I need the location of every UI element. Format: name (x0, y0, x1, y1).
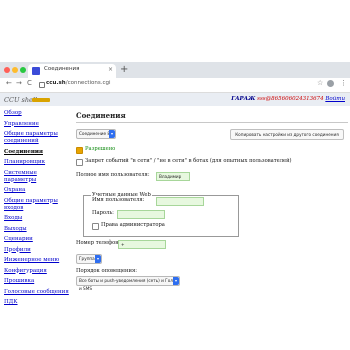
sidebar-item-configuration[interactable]: Конфигурация (4, 268, 70, 275)
chevron-down-icon: ▾ (95, 255, 101, 263)
sidebar-item-system-settings[interactable]: Системные параметры (4, 170, 70, 184)
sidebar-item-pdk[interactable]: ПДК (4, 299, 70, 306)
ban-events-label: Запрет событий "в сети" / "не в сети" в … (85, 158, 292, 164)
sidebar-item-input-settings[interactable]: Общие параметры входов (4, 198, 70, 212)
phone-input[interactable]: + (118, 240, 166, 249)
username-label: Имя пользователя: (92, 197, 145, 203)
maximize-window-icon[interactable] (20, 67, 26, 73)
connection-select[interactable]: Соединение 8 ▾ (76, 129, 116, 139)
phone-label: Номер телефона: (76, 240, 124, 246)
tab-close-icon[interactable]: × (108, 66, 113, 73)
minimize-window-icon[interactable] (12, 67, 18, 73)
sidebar-item-connections[interactable]: Соединения (4, 149, 70, 156)
admin-checkbox[interactable] (92, 223, 99, 230)
sidebar-item-engineering-menu[interactable]: Инженерное меню (4, 257, 70, 264)
sidebar-item-security[interactable]: Охрана (4, 187, 70, 194)
sidebar-item-overview[interactable]: Обзор (4, 110, 70, 117)
favicon-icon (32, 67, 40, 75)
bookmark-star-icon[interactable]: ☆ (317, 79, 323, 87)
logo-bar (32, 98, 50, 102)
address-path: /connections.cgi (65, 80, 111, 86)
new-tab-icon[interactable]: + (120, 64, 128, 75)
admin-label: Права администратора (101, 222, 165, 228)
notification-order-value: Все боты и push-уведомления (сеть) и Гол… (79, 278, 178, 291)
connection-select-value: Соединение 8 (79, 131, 111, 136)
browser-menu-icon[interactable]: ⋮ (340, 79, 347, 87)
address-host: ccu.sh (46, 80, 66, 86)
header-account-info: ГАРАЖ sss@865606024313674 Войти (231, 96, 345, 102)
back-icon[interactable]: ← (6, 79, 12, 87)
tab-title: Соединения (44, 66, 80, 72)
full-name-label: Полное имя пользователя: (76, 172, 150, 178)
notification-order-select[interactable]: Все боты и push-уведомления (сеть) и Гол… (76, 276, 180, 291)
lock-icon (39, 82, 45, 88)
forward-icon[interactable]: → (16, 79, 22, 87)
sidebar: Обзор Управление Общие параметры соедине… (4, 110, 70, 310)
chevron-down-icon: ▾ (173, 277, 179, 285)
group-select[interactable]: Группа 8 ▾ (76, 254, 102, 264)
reload-icon[interactable]: C (27, 79, 32, 87)
sidebar-item-firmware[interactable]: Прошивка (4, 278, 70, 285)
password-input[interactable] (117, 210, 165, 219)
sidebar-item-control[interactable]: Управление (4, 121, 70, 128)
enabled-label: Разрешено (85, 146, 116, 152)
profile-icon[interactable] (327, 80, 334, 87)
ban-events-checkbox[interactable] (76, 159, 83, 166)
password-label: Пароль: (92, 210, 114, 216)
sidebar-item-scenarios[interactable]: Сценарии (4, 236, 70, 243)
username-input[interactable] (156, 197, 204, 206)
sidebar-item-voice-messages[interactable]: Голосовые сообщения (4, 289, 70, 296)
sidebar-item-profiles[interactable]: Профили (4, 247, 70, 254)
enabled-checkbox[interactable] (76, 147, 83, 154)
browser-tab[interactable]: Соединения × (28, 64, 116, 78)
sidebar-item-outputs[interactable]: Выходы (4, 226, 70, 233)
notification-order-label: Порядок оповещения: (76, 268, 137, 274)
sidebar-item-inputs[interactable]: Входы (4, 215, 70, 222)
account-id: sss@865606024313674 (257, 96, 324, 102)
copy-settings-button[interactable]: Копировать настройки из другого соединен… (230, 129, 344, 140)
full-name-input[interactable]: Владимир (156, 172, 190, 181)
server-name: ГАРАЖ (231, 96, 256, 102)
page-title: Соединения (76, 111, 126, 120)
chevron-down-icon: ▾ (109, 130, 115, 138)
title-divider (76, 122, 348, 123)
sidebar-item-scheduler[interactable]: Планировщик (4, 159, 70, 166)
login-link[interactable]: Войти (325, 96, 345, 102)
sidebar-item-connection-settings[interactable]: Общие параметры соединений (4, 131, 70, 145)
close-window-icon[interactable] (4, 67, 10, 73)
address-input[interactable]: ccu.sh/connections.cgi (46, 80, 111, 86)
